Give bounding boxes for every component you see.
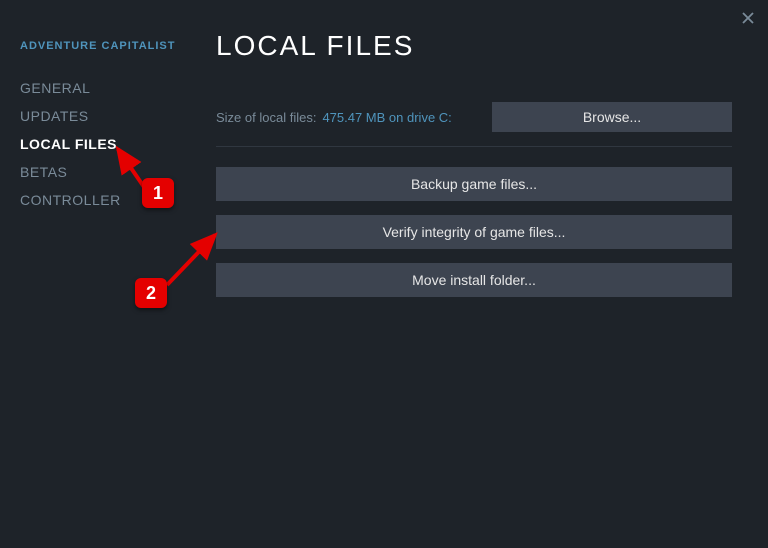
properties-window: ADVENTURE CAPITALIST GENERAL UPDATES LOC… <box>0 0 768 548</box>
size-value: 475.47 MB on drive C: <box>322 110 451 125</box>
close-button[interactable] <box>738 8 758 28</box>
annotation-badge-1-label: 1 <box>153 183 163 204</box>
browse-button[interactable]: Browse... <box>492 102 732 132</box>
size-label: Size of local files: <box>216 110 316 125</box>
close-icon <box>742 12 754 24</box>
annotation-badge-2-label: 2 <box>146 283 156 304</box>
divider <box>216 146 732 147</box>
move-button[interactable]: Move install folder... <box>216 263 732 297</box>
annotation-badge-2: 2 <box>135 278 167 308</box>
sidebar-item-local-files[interactable]: LOCAL FILES <box>20 130 180 158</box>
sidebar-item-updates[interactable]: UPDATES <box>20 102 180 130</box>
verify-button[interactable]: Verify integrity of game files... <box>216 215 732 249</box>
sidebar: ADVENTURE CAPITALIST GENERAL UPDATES LOC… <box>0 0 200 548</box>
sidebar-item-general[interactable]: GENERAL <box>20 74 180 102</box>
backup-button[interactable]: Backup game files... <box>216 167 732 201</box>
page-title: LOCAL FILES <box>216 30 732 62</box>
size-row: Size of local files: 475.47 MB on drive … <box>216 102 732 132</box>
game-title: ADVENTURE CAPITALIST <box>20 40 180 52</box>
annotation-badge-1: 1 <box>142 178 174 208</box>
main-panel: LOCAL FILES Size of local files: 475.47 … <box>200 0 768 548</box>
